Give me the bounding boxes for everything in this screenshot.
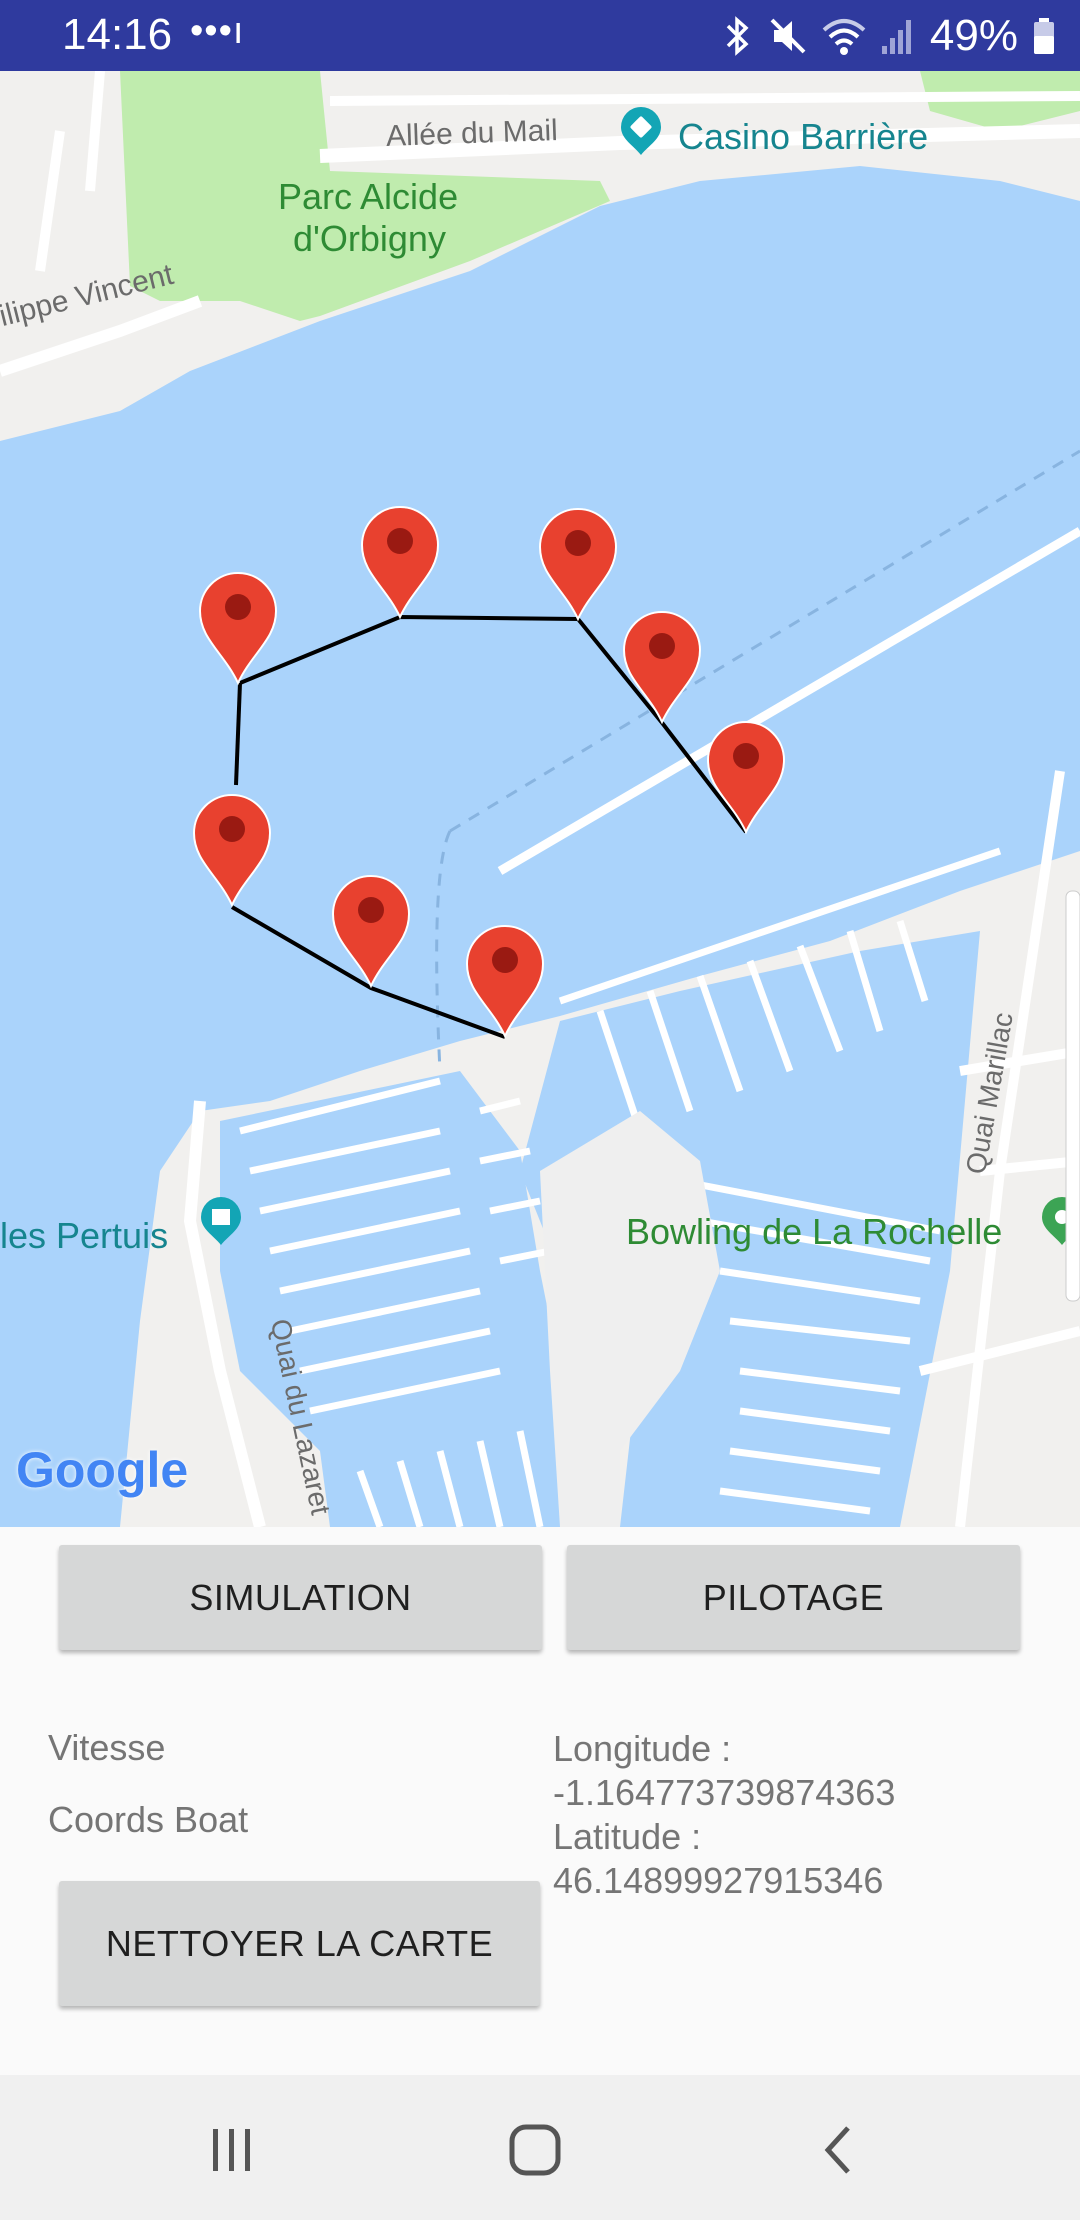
map-view[interactable]: Allée du Mail Casino Barrière Parc Alcid… — [0, 71, 1080, 1527]
longitude-value: -1.164773739874363 — [553, 1772, 896, 1813]
status-icons: 49% — [720, 6, 1056, 66]
latitude-label: Latitude : — [553, 1816, 702, 1857]
battery-percent: 49% — [929, 11, 1018, 60]
recents-button[interactable] — [172, 2105, 292, 2195]
road-left-top — [35, 71, 105, 272]
mute-icon — [770, 18, 806, 54]
signal-icon — [881, 20, 911, 54]
battery-icon — [1034, 18, 1054, 54]
status-time: 14:16 — [62, 10, 173, 59]
label-allee-du-mail: Allée du Mail — [385, 114, 559, 153]
controls-panel: SIMULATION PILOTAGE Vitesse Coords Boat … — [0, 1527, 1080, 2075]
home-icon — [509, 2124, 561, 2176]
back-icon — [824, 2126, 850, 2174]
recents-icon — [213, 2129, 250, 2171]
map-edge-handle[interactable] — [1065, 890, 1080, 1302]
label-bowling: Bowling de La Rochelle — [626, 1211, 1003, 1252]
longitude-label: Longitude : — [553, 1728, 732, 1769]
label-casino: Casino Barrière — [678, 116, 929, 157]
label-parc-line1: Parc Alcide — [278, 176, 459, 217]
pilotage-button[interactable]: PILOTAGE — [567, 1545, 1020, 1650]
latitude-value: 46.14899927915346 — [553, 1860, 884, 1901]
vitesse-label: Vitesse — [48, 1727, 166, 1768]
status-bar: 14:16 •••ı 49% — [0, 0, 1080, 71]
bluetooth-icon — [726, 16, 749, 56]
navigation-bar — [0, 2075, 1080, 2220]
back-button[interactable] — [778, 2105, 898, 2195]
coords-boat-label: Coords Boat — [48, 1799, 249, 1840]
notification-dots: •••ı — [190, 10, 245, 52]
simulation-button[interactable]: SIMULATION — [59, 1545, 542, 1650]
road-top — [329, 91, 1080, 106]
label-parc-line2: d'Orbigny — [293, 218, 446, 259]
clean-map-button[interactable]: NETTOYER LA CARTE — [59, 1881, 540, 2006]
label-pertuis: les Pertuis — [0, 1215, 169, 1256]
home-button[interactable] — [475, 2105, 595, 2195]
coordinates-display: Longitude : -1.164773739874363 Latitude … — [553, 1727, 895, 1903]
google-logo: Google — [16, 1442, 189, 1498]
wifi-icon — [822, 19, 866, 55]
